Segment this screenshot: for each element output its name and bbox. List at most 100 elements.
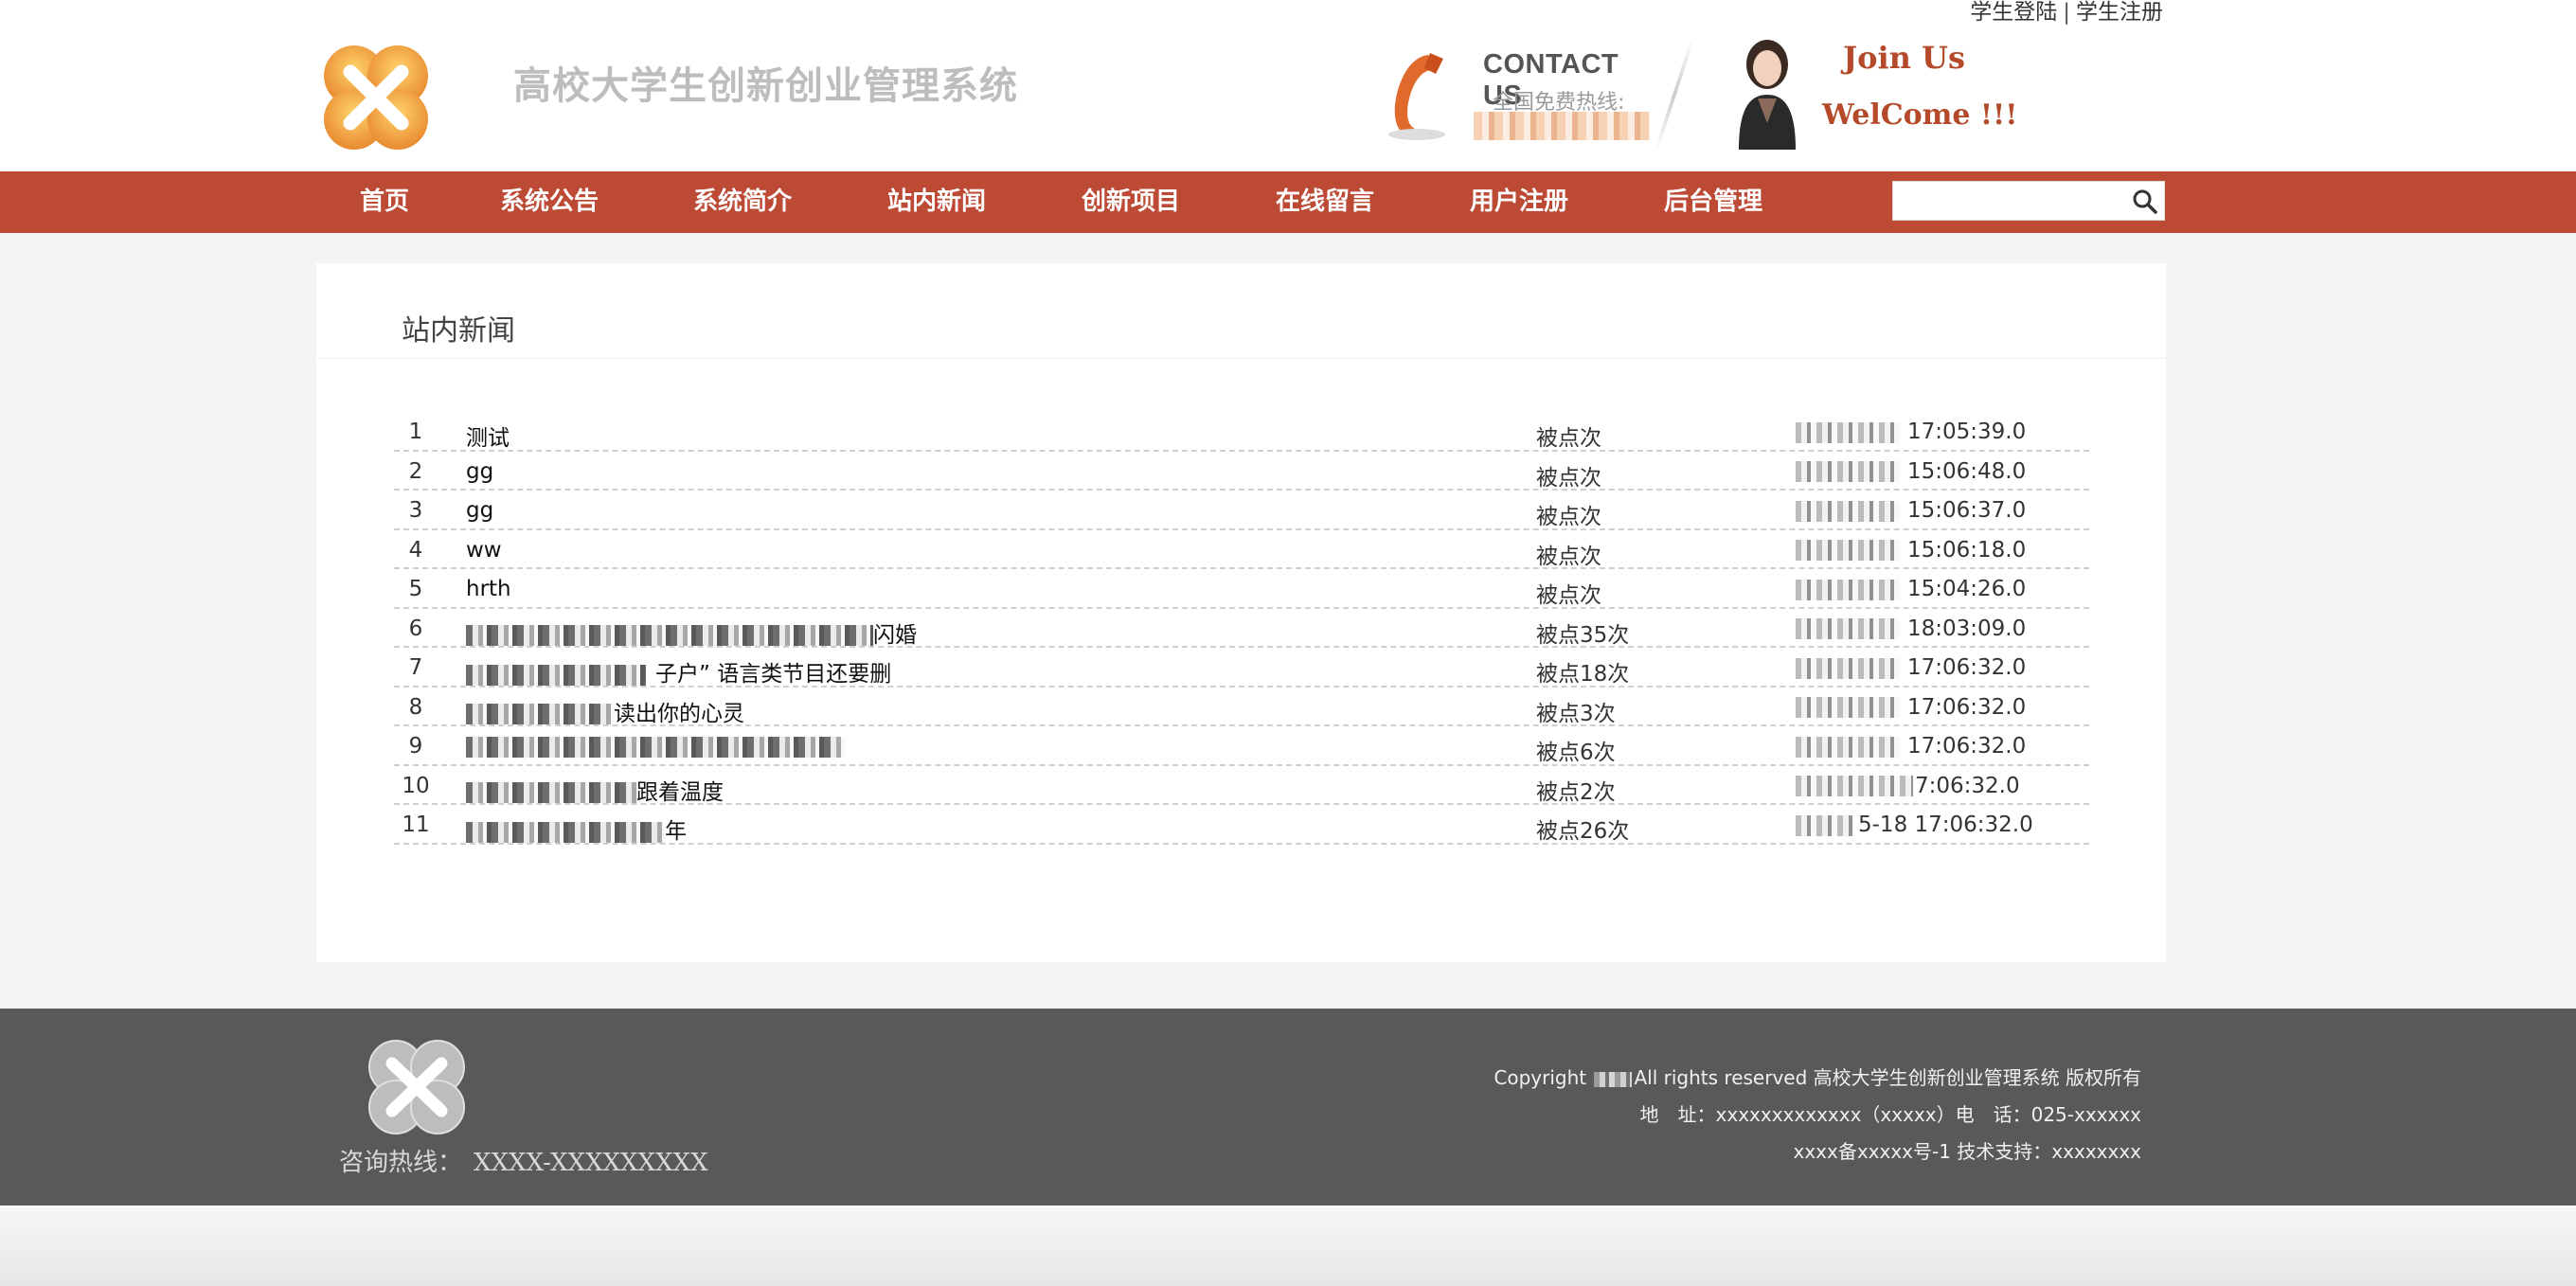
avatar xyxy=(1739,40,1796,150)
news-clicks: 被点26次 xyxy=(1536,819,1630,844)
news-title-link[interactable]: 跟着温度 xyxy=(466,774,724,806)
redacted-title xyxy=(466,664,646,686)
nav-home[interactable]: 首页 xyxy=(360,171,409,233)
news-title-link[interactable]: gg xyxy=(466,498,493,523)
news-number: 11 xyxy=(402,813,430,837)
news-title-link[interactable]: 年 xyxy=(466,813,687,845)
redacted-date xyxy=(1796,657,1900,679)
nav-user-register[interactable]: 用户注册 xyxy=(1470,171,1568,233)
panel-title-divider xyxy=(316,358,2166,359)
news-number: 10 xyxy=(402,773,430,798)
news-row[interactable]: 5 hrth 被点次 15:04:26.0 xyxy=(394,569,2089,609)
news-title-link[interactable]: gg xyxy=(466,459,493,484)
news-row[interactable]: 3 gg 被点次 15:06:37.0 xyxy=(394,491,2089,530)
news-date: 15:06:18.0 xyxy=(1796,538,2026,563)
redacted-copyright-year xyxy=(1594,1071,1633,1087)
footer-hotline-label: 咨询热线： xyxy=(339,1149,463,1177)
search-input[interactable] xyxy=(1893,182,2124,220)
news-row[interactable]: 8 读出你的心灵 被点3次 17:06:32.0 xyxy=(394,688,2089,727)
header-divider xyxy=(1654,38,1695,152)
nav-system-intro[interactable]: 系统简介 xyxy=(693,171,792,233)
news-date-time: 15:04:26.0 xyxy=(1907,577,2027,601)
news-date-time: 7:06:32.0 xyxy=(1915,773,2020,798)
news-row[interactable]: 4 ww 被点次 15:06:18.0 xyxy=(394,530,2089,569)
news-panel: 站内新闻 1 测试 被点次 17:05:39.0 2 gg 被点次 15:06:… xyxy=(316,263,2166,962)
news-date: 5-18 17:06:32.0 xyxy=(1796,813,2033,837)
page-bottom-shade xyxy=(0,1206,2576,1286)
nav-innovation-projects[interactable]: 创新项目 xyxy=(1082,171,1180,233)
news-date-time: 15:06:48.0 xyxy=(1907,458,2027,484)
news-title-text: 跟着温度 xyxy=(636,779,724,805)
redacted-title xyxy=(466,625,873,646)
news-number: 5 xyxy=(408,577,423,601)
news-number: 2 xyxy=(408,458,423,484)
redacted-title xyxy=(466,782,636,803)
student-login-link[interactable]: 学生登陆 xyxy=(1970,0,2057,25)
search-icon[interactable] xyxy=(2132,188,2158,215)
nav-admin[interactable]: 后台管理 xyxy=(1664,171,1762,233)
redacted-title xyxy=(466,704,614,724)
search-box xyxy=(1892,181,2165,221)
redacted-date xyxy=(1796,736,1900,758)
news-row[interactable]: 9 被点6次 17:06:32.0 xyxy=(394,726,2089,766)
news-date: 15:04:26.0 xyxy=(1796,577,2026,601)
main-nav: 首页 系统公告 系统简介 站内新闻 创新项目 在线留言 用户注册 后台管理 xyxy=(0,171,2576,233)
news-title-link[interactable]: 读出你的心灵 xyxy=(466,695,744,727)
news-row[interactable]: 7 子户” 语言类节目还要删 被点18次 17:06:32.0 xyxy=(394,648,2089,688)
nav-online-message[interactable]: 在线留言 xyxy=(1276,171,1374,233)
site-title: 高校大学生创新创业管理系统 xyxy=(513,64,1018,108)
footer-icp: xxxx备xxxxx号-1 技术支持：xxxxxxxx xyxy=(1793,1140,2141,1163)
header: 学生登陆 | 学生注册 高校大学生创新创业管理系统 CONTACT US 全国免费热… xyxy=(0,0,2576,171)
news-date: 7:06:32.0 xyxy=(1796,774,2020,798)
news-date-time: 15:06:37.0 xyxy=(1907,498,2027,523)
news-clicks: 被点2次 xyxy=(1536,779,1616,805)
news-title-link[interactable]: ww xyxy=(466,538,502,563)
news-date-time: 5-18 17:06:32.0 xyxy=(1858,813,2033,837)
news-title-link[interactable] xyxy=(466,734,845,759)
top-links-separator: | xyxy=(2063,0,2070,25)
news-title-link[interactable]: 子户” 语言类节目还要删 xyxy=(466,655,891,688)
news-row[interactable]: 2 gg 被点次 15:06:48.0 xyxy=(394,452,2089,491)
redacted-date xyxy=(1796,618,1900,639)
news-title-text: 年 xyxy=(665,819,687,844)
redacted-date xyxy=(1796,540,1900,561)
news-date: 17:06:32.0 xyxy=(1796,734,2026,759)
footer-info: Copyright All rights reserved 高校大学生创新创业管… xyxy=(1494,1060,2141,1170)
student-register-link[interactable]: 学生注册 xyxy=(2076,0,2163,25)
news-title-link[interactable]: hrth xyxy=(466,577,511,601)
redacted-title xyxy=(466,736,845,758)
news-date-time: 17:06:32.0 xyxy=(1907,694,2027,720)
redacted-date xyxy=(1796,421,1900,443)
redacted-date xyxy=(1796,814,1854,836)
news-row[interactable]: 6 闪婚 被点35次 18:03:09.0 xyxy=(394,609,2089,649)
news-date: 15:06:48.0 xyxy=(1796,459,2026,484)
site-logo-icon[interactable] xyxy=(316,38,436,157)
nav-site-news[interactable]: 站内新闻 xyxy=(887,171,986,233)
news-title-text: 闪婚 xyxy=(873,622,917,648)
news-row[interactable]: 10 跟着温度 被点2次 7:06:32.0 xyxy=(394,766,2089,806)
news-clicks: 被点次 xyxy=(1536,544,1601,569)
news-number: 7 xyxy=(408,655,423,680)
news-date-time: 18:03:09.0 xyxy=(1907,616,2027,641)
nav-announcements[interactable]: 系统公告 xyxy=(500,171,599,233)
redacted-date xyxy=(1796,697,1900,718)
footer-copyright: Copyright All rights reserved 高校大学生创新创业管… xyxy=(1494,1060,2141,1097)
redacted-date xyxy=(1796,500,1900,522)
news-clicks: 被点次 xyxy=(1536,583,1601,608)
news-title-text: 测试 xyxy=(466,426,510,451)
contact-block: CONTACT US 全国免费热线: xyxy=(1383,45,1657,150)
footer-address: 地 址：xxxxxxxxxxxxx（xxxxx）电 话：025-xxxxxx xyxy=(1639,1103,2141,1126)
hotline-number-redacted xyxy=(1474,112,1650,140)
news-row[interactable]: 1 测试 被点次 17:05:39.0 xyxy=(394,412,2089,452)
news-title-text: gg xyxy=(466,498,494,523)
news-title-link[interactable]: 闪婚 xyxy=(466,616,917,649)
news-date: 17:06:32.0 xyxy=(1796,655,2026,680)
footer-hotline-value: XXXX-XXXXXXXXX xyxy=(474,1149,708,1177)
news-title-text: 子户” 语言类节目还要删 xyxy=(655,662,892,687)
news-number: 4 xyxy=(408,537,423,563)
news-title-text: ww xyxy=(466,537,502,563)
news-row[interactable]: 11 年 被点26次 5-18 17:06:32.0 xyxy=(394,805,2089,845)
news-title-link[interactable]: 测试 xyxy=(466,420,510,452)
news-number: 9 xyxy=(408,734,423,759)
news-clicks: 被点6次 xyxy=(1536,741,1616,765)
